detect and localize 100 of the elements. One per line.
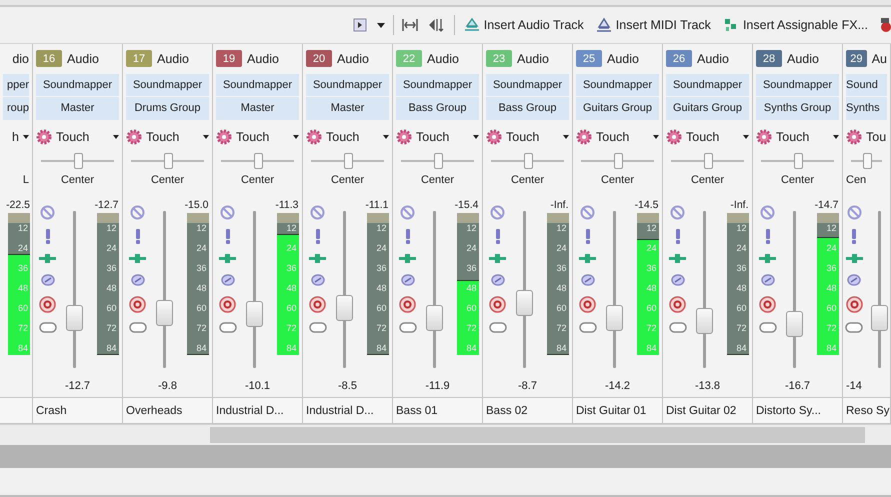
solo-icon[interactable] bbox=[314, 228, 320, 244]
link-icon[interactable] bbox=[490, 272, 504, 287]
plus-arrows-icon[interactable] bbox=[129, 252, 146, 264]
output-selector[interactable]: Sound bbox=[846, 74, 887, 96]
output-selector[interactable]: Soundmapper bbox=[756, 74, 839, 96]
track-name[interactable]: Overheads bbox=[123, 397, 212, 424]
mute-icon[interactable] bbox=[846, 204, 862, 220]
record-icon[interactable] bbox=[129, 296, 146, 313]
output-selector[interactable]: Soundmapper bbox=[306, 74, 389, 96]
mute-icon[interactable] bbox=[580, 204, 595, 220]
track-name[interactable]: Distorto Sy... bbox=[753, 397, 842, 424]
solo-icon[interactable] bbox=[674, 228, 680, 244]
oval-toggle-icon[interactable] bbox=[845, 322, 864, 333]
track-name[interactable]: Dist Guitar 02 bbox=[663, 397, 752, 424]
group-selector[interactable]: Master bbox=[36, 97, 119, 120]
group-selector[interactable]: Guitars Group bbox=[666, 97, 749, 120]
oval-toggle-icon[interactable] bbox=[398, 322, 416, 333]
link-icon[interactable] bbox=[670, 272, 684, 287]
plus-arrows-icon[interactable] bbox=[759, 252, 776, 264]
mute-icon[interactable] bbox=[310, 204, 325, 220]
pan-slider[interactable] bbox=[581, 151, 654, 172]
link-icon[interactable] bbox=[847, 272, 862, 287]
horizontal-scrollbar[interactable] bbox=[0, 424, 891, 445]
record-icon[interactable] bbox=[579, 296, 596, 313]
output-selector[interactable]: Soundmapper bbox=[216, 74, 299, 96]
record-icon[interactable] bbox=[846, 296, 863, 313]
group-selector[interactable]: Guitars Group bbox=[576, 97, 659, 120]
automation-mode-dropdown[interactable]: Touch bbox=[483, 124, 572, 150]
plus-arrows-icon[interactable] bbox=[489, 252, 506, 264]
group-selector[interactable]: roup bbox=[3, 97, 29, 120]
output-selector[interactable]: Soundmapper bbox=[486, 74, 569, 96]
record-icon[interactable] bbox=[219, 296, 236, 313]
link-icon[interactable] bbox=[400, 272, 414, 287]
mute-icon[interactable] bbox=[400, 204, 415, 220]
track-name[interactable]: Crash bbox=[33, 397, 122, 424]
pan-slider[interactable] bbox=[41, 151, 114, 172]
link-icon[interactable] bbox=[220, 272, 234, 287]
automation-mode-dropdown[interactable]: Touch bbox=[753, 124, 842, 150]
plus-arrows-icon[interactable] bbox=[579, 252, 596, 264]
automation-mode-dropdown[interactable]: h bbox=[0, 124, 32, 150]
track-name[interactable]: Bass 02 bbox=[483, 397, 572, 424]
track-name[interactable]: Reso Sy bbox=[843, 397, 890, 424]
link-icon[interactable] bbox=[760, 272, 774, 287]
record-icon[interactable] bbox=[309, 296, 326, 313]
group-selector[interactable]: Bass Group bbox=[396, 97, 479, 120]
solo-icon[interactable] bbox=[44, 228, 50, 244]
caret-icon[interactable] bbox=[374, 20, 387, 30]
automation-mode-dropdown[interactable]: Tou bbox=[843, 124, 890, 150]
mute-icon[interactable] bbox=[40, 204, 55, 220]
mute-icon[interactable] bbox=[220, 204, 235, 220]
automation-mode-dropdown[interactable]: Touch bbox=[573, 124, 662, 150]
link-icon[interactable] bbox=[310, 272, 324, 287]
oval-toggle-icon[interactable] bbox=[668, 322, 686, 333]
group-selector[interactable]: Master bbox=[306, 97, 389, 120]
solo-icon[interactable] bbox=[851, 228, 858, 244]
output-selector[interactable]: pper bbox=[3, 74, 29, 96]
group-selector[interactable]: Bass Group bbox=[486, 97, 569, 120]
narrow-strips-icon[interactable] bbox=[400, 16, 420, 34]
automation-mode-dropdown[interactable]: Touch bbox=[33, 124, 122, 150]
oval-toggle-icon[interactable] bbox=[578, 322, 596, 333]
pan-slider[interactable] bbox=[311, 151, 384, 172]
plus-arrows-icon[interactable] bbox=[846, 252, 863, 264]
solo-icon[interactable] bbox=[404, 228, 410, 244]
solo-icon[interactable] bbox=[134, 228, 140, 244]
record-icon[interactable] bbox=[759, 296, 776, 313]
solo-icon[interactable] bbox=[764, 228, 770, 244]
insert-track-button[interactable]: Insert MIDI Track bbox=[592, 15, 714, 35]
mute-icon[interactable] bbox=[490, 204, 505, 220]
automation-mode-dropdown[interactable]: Touch bbox=[663, 124, 752, 150]
record-icon[interactable] bbox=[399, 296, 416, 313]
pan-slider[interactable] bbox=[491, 151, 564, 172]
pan-slider[interactable] bbox=[761, 151, 834, 172]
oval-toggle-icon[interactable] bbox=[38, 322, 56, 333]
insert-track-button[interactable]: Insert Assignable FX... bbox=[720, 15, 871, 35]
plus-arrows-icon[interactable] bbox=[309, 252, 326, 264]
record-icon[interactable] bbox=[669, 296, 686, 313]
view-select-icon[interactable] bbox=[350, 16, 369, 34]
solo-icon[interactable] bbox=[224, 228, 230, 244]
output-selector[interactable]: Soundmapper bbox=[576, 74, 659, 96]
link-icon[interactable] bbox=[580, 272, 594, 287]
oval-toggle-icon[interactable] bbox=[218, 322, 236, 333]
pan-slider[interactable] bbox=[851, 151, 882, 172]
pan-slider[interactable] bbox=[401, 151, 474, 172]
pan-slider[interactable] bbox=[671, 151, 744, 172]
mute-icon[interactable] bbox=[670, 204, 685, 220]
automation-mode-dropdown[interactable]: Touch bbox=[213, 124, 302, 150]
output-selector[interactable]: Soundmapper bbox=[396, 74, 479, 96]
plus-arrows-icon[interactable] bbox=[399, 252, 416, 264]
automation-mode-dropdown[interactable]: Touch bbox=[123, 124, 212, 150]
group-selector[interactable]: Synths bbox=[846, 97, 887, 120]
oval-toggle-icon[interactable] bbox=[488, 322, 506, 333]
automation-mode-dropdown[interactable]: Touch bbox=[393, 124, 482, 150]
mute-icon[interactable] bbox=[760, 204, 775, 220]
link-icon[interactable] bbox=[40, 272, 54, 287]
pan-slider[interactable] bbox=[131, 151, 204, 172]
track-name[interactable]: Dist Guitar 01 bbox=[573, 397, 662, 424]
record-icon[interactable] bbox=[489, 296, 506, 313]
group-selector[interactable]: Drums Group bbox=[126, 97, 209, 120]
mute-icon[interactable] bbox=[130, 204, 145, 220]
group-selector[interactable]: Master bbox=[216, 97, 299, 120]
